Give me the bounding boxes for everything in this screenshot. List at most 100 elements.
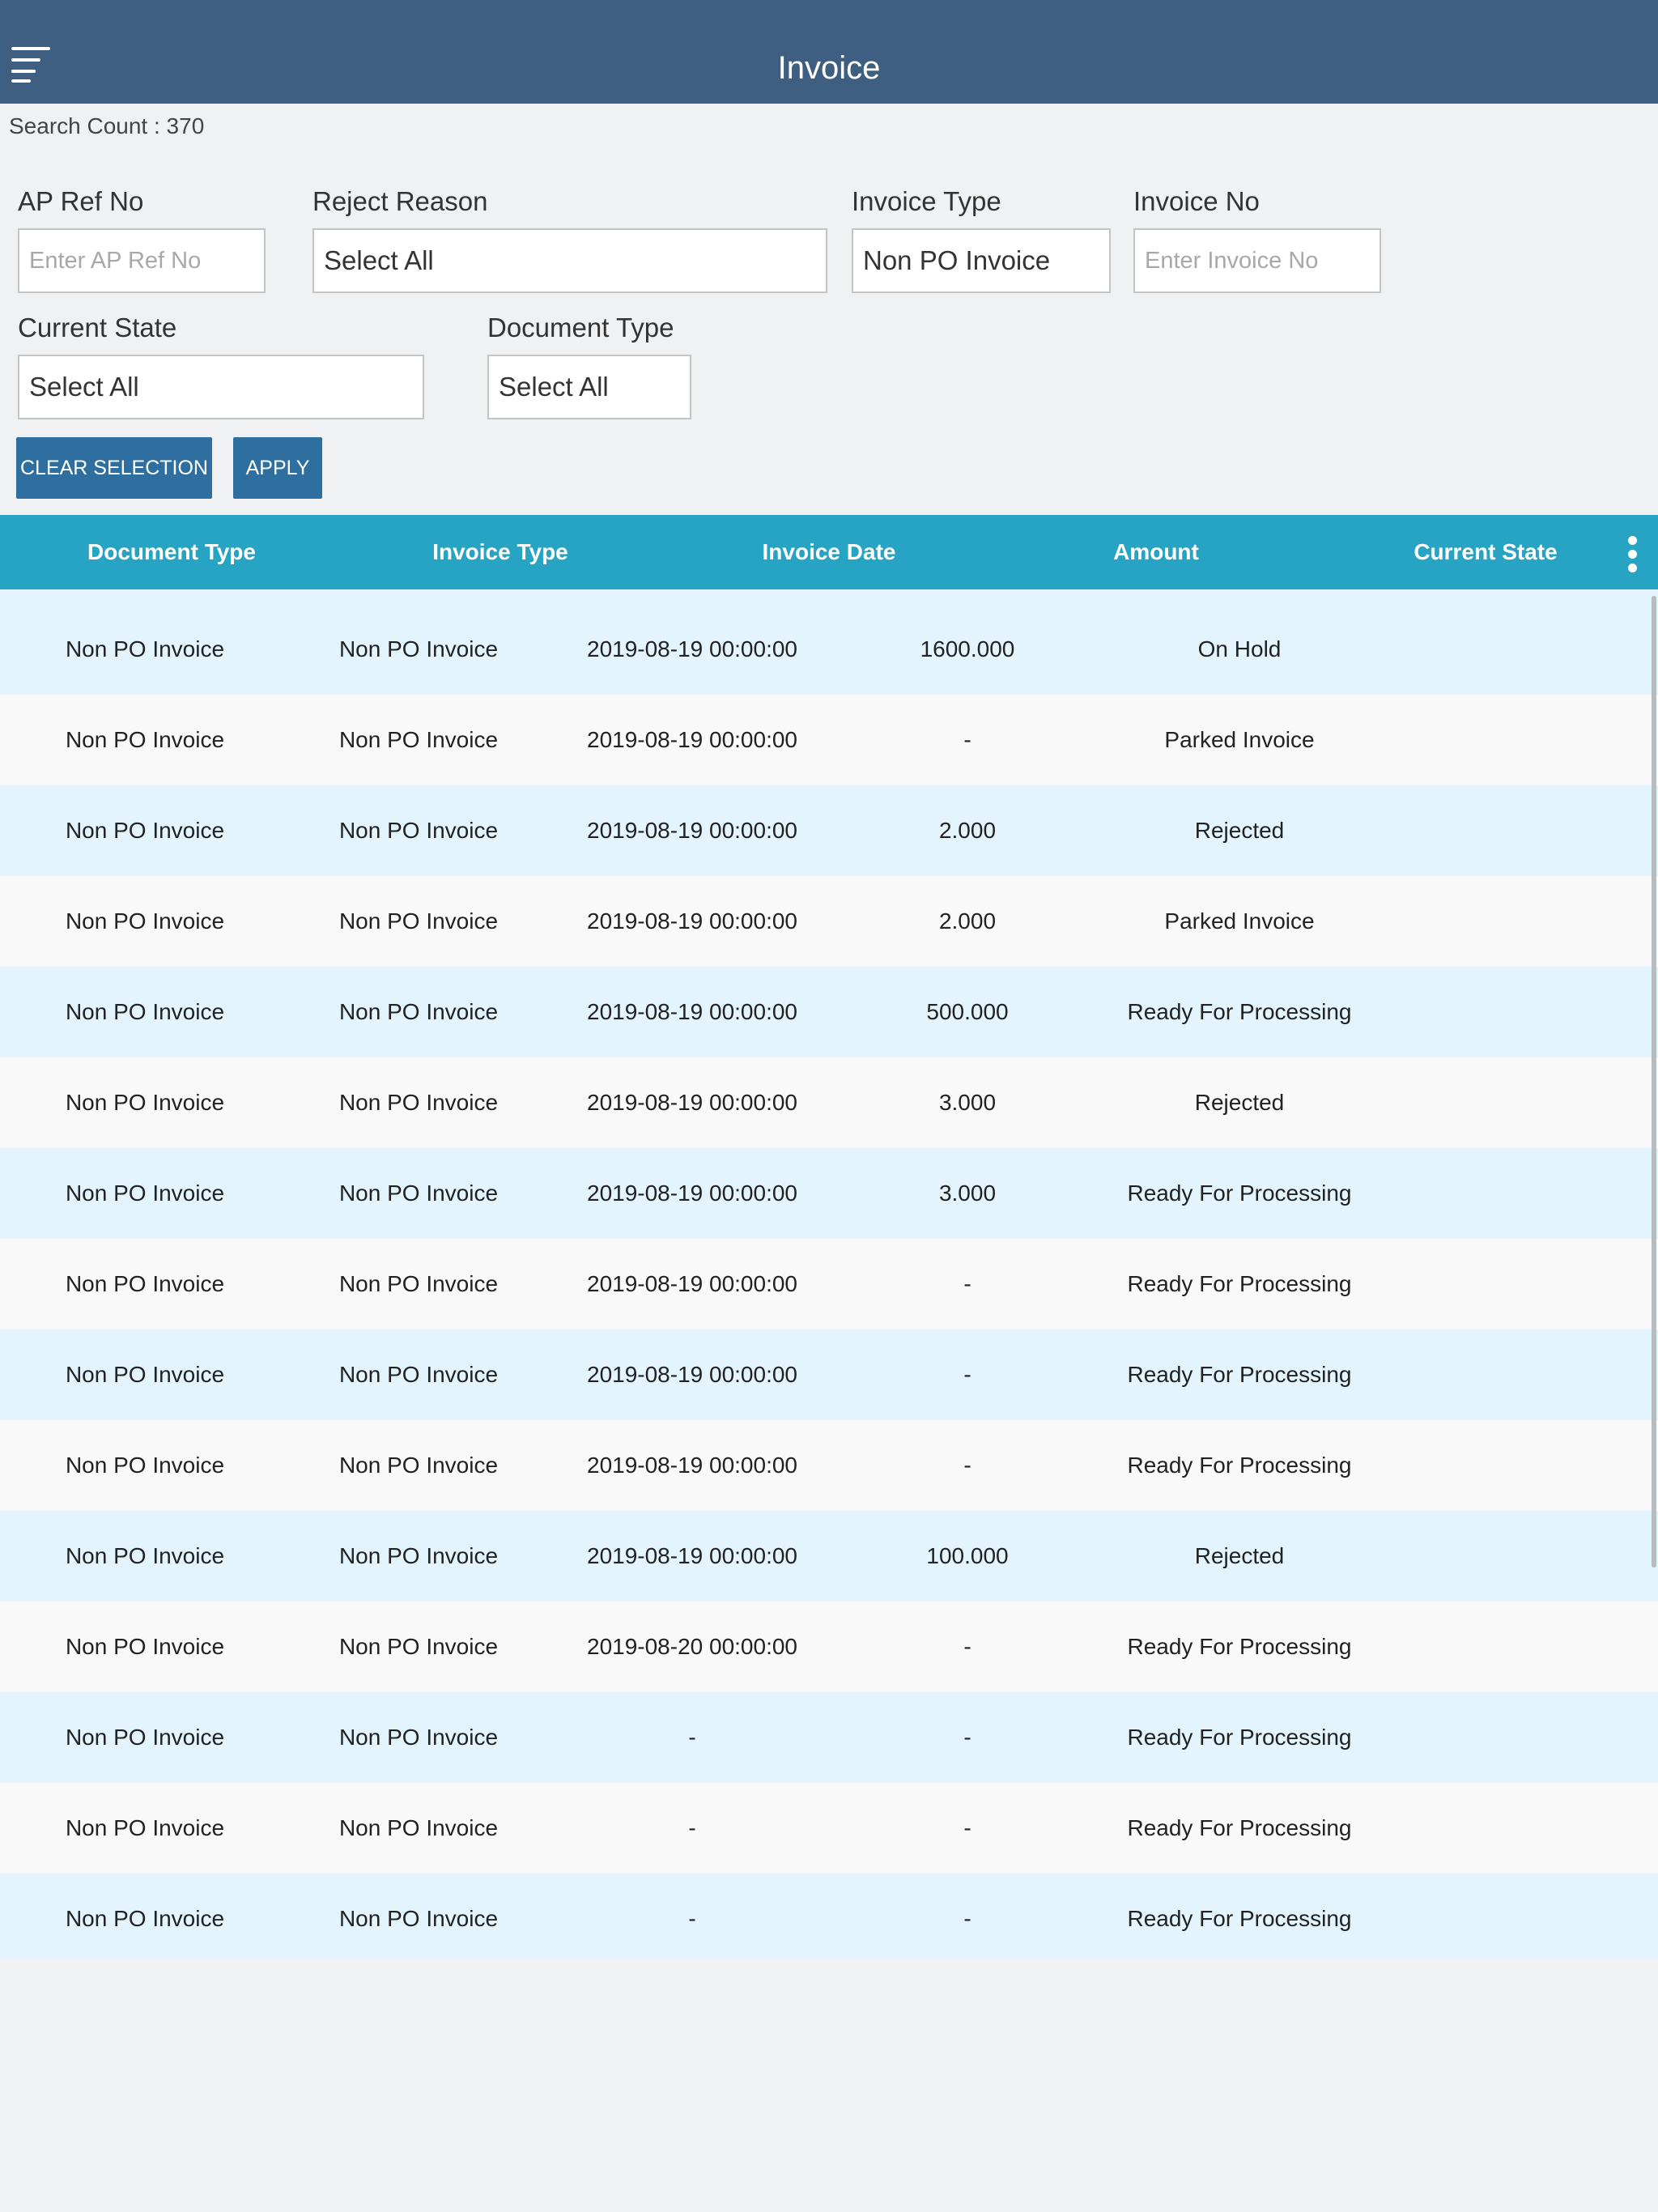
invoice-no-label: Invoice No <box>1133 186 1260 216</box>
cell-document-type: Non PO Invoice <box>65 1090 225 1115</box>
table-row[interactable]: Non PO Invoice Non PO Invoice 2019-08-19 0… <box>0 1511 1658 1602</box>
cell-amount: 100.000 <box>926 1543 1009 1568</box>
cell-document-type: Non PO Invoice <box>65 1180 225 1206</box>
cell-current-state: Parked Invoice <box>1164 908 1315 934</box>
cell-document-type: Non PO Invoice <box>65 1906 225 1931</box>
cell-current-state: Ready For Processing <box>1127 1180 1352 1206</box>
cell-document-type: Non PO Invoice <box>65 999 225 1024</box>
cell-current-state: Ready For Processing <box>1127 1453 1352 1478</box>
scrollbar-thumb[interactable] <box>1652 596 1656 1568</box>
cell-amount: - <box>963 1362 971 1387</box>
table-row[interactable]: Non PO Invoice Non PO Invoice 2019-08-19 0… <box>0 967 1658 1057</box>
cell-invoice-date: - <box>688 1815 696 1840</box>
cell-document-type: Non PO Invoice <box>65 1725 225 1750</box>
table-row[interactable]: Non PO Invoice Non PO Invoice 2019-08-19 0… <box>0 1057 1658 1148</box>
apply-button[interactable]: APPLY <box>233 437 322 499</box>
cell-current-state: Rejected <box>1194 818 1285 843</box>
cell-document-type: Non PO Invoice <box>65 1815 225 1840</box>
cell-amount: 500.000 <box>926 999 1009 1024</box>
cell-current-state: Ready For Processing <box>1127 1815 1352 1840</box>
cell-current-state: Ready For Processing <box>1127 1362 1352 1387</box>
cell-invoice-type: Non PO Invoice <box>338 636 499 661</box>
cell-invoice-type: Non PO Invoice <box>338 999 499 1024</box>
table-row[interactable]: Non PO Invoice Non PO Invoice - - Ready For … <box>0 1783 1658 1874</box>
cell-invoice-date: 2019-08-19 00:00:00 <box>587 1180 797 1206</box>
hamburger-menu-icon[interactable] <box>11 42 52 83</box>
scrollbar[interactable] <box>1652 596 1656 1568</box>
table-row[interactable]: Non PO Invoice Non PO Invoice 2019-08-19 0… <box>0 1329 1658 1420</box>
cell-amount: - <box>963 1271 971 1296</box>
cell-amount: - <box>963 1725 971 1750</box>
cell-invoice-type: Non PO Invoice <box>338 1543 499 1568</box>
cell-document-type: Non PO Invoice <box>65 1271 225 1296</box>
ap-ref-no-input[interactable]: Enter AP Ref No <box>18 228 266 293</box>
table-row[interactable]: Non PO Invoice Non PO Invoice 2019-08-19 0… <box>0 1420 1658 1511</box>
cell-current-state: Rejected <box>1194 1543 1285 1568</box>
cell-document-type: Non PO Invoice <box>65 1543 225 1568</box>
cell-invoice-date: 2019-08-19 00:00:00 <box>587 1453 797 1478</box>
current-state-select[interactable]: Select All <box>18 355 424 419</box>
ap-ref-no-label: AP Ref No <box>18 186 144 216</box>
table-header: Document Type Invoice Type Invoice Date … <box>0 515 1658 589</box>
table-row[interactable]: Non PO Invoice Non PO Invoice 2019-08-19 0… <box>0 1148 1658 1239</box>
table-row[interactable]: Non PO Invoice Non PO Invoice - - Ready For … <box>0 1874 1658 1959</box>
cell-invoice-date: 2019-08-19 00:00:00 <box>587 727 797 752</box>
cell-amount: - <box>963 727 971 752</box>
more-vertical-icon[interactable] <box>1622 536 1642 572</box>
cell-invoice-type: Non PO Invoice <box>338 1725 499 1750</box>
column-header-invoice-type[interactable]: Invoice Type <box>343 515 657 589</box>
cell-document-type: Non PO Invoice <box>65 727 225 752</box>
cell-current-state: Parked Invoice <box>1164 727 1315 752</box>
cell-amount: 3.000 <box>938 1180 997 1206</box>
cell-invoice-date: 2019-08-19 00:00:00 <box>587 1543 797 1568</box>
cell-invoice-type: Non PO Invoice <box>338 908 499 934</box>
cell-invoice-type: Non PO Invoice <box>338 1815 499 1840</box>
column-header-current-state[interactable]: Current State <box>1312 515 1658 589</box>
cell-amount: 3.000 <box>938 1090 997 1115</box>
table-row[interactable]: Non PO Invoice Non PO Invoice 2019-08-19 0… <box>0 589 1658 695</box>
table-row[interactable]: Non PO Invoice Non PO Invoice 2019-08-19 0… <box>0 876 1658 967</box>
cell-invoice-date: 2019-08-20 00:00:00 <box>587 1634 797 1659</box>
cell-invoice-type: Non PO Invoice <box>338 1453 499 1478</box>
cell-invoice-type: Non PO Invoice <box>338 1634 499 1659</box>
table-row[interactable]: Non PO Invoice Non PO Invoice 2019-08-20 0… <box>0 1602 1658 1692</box>
table-row[interactable]: Non PO Invoice Non PO Invoice 2019-08-19 0… <box>0 1239 1658 1329</box>
cell-invoice-type: Non PO Invoice <box>338 818 499 843</box>
cell-invoice-date: - <box>688 1725 696 1750</box>
cell-current-state: Ready For Processing <box>1127 1906 1352 1931</box>
invoice-type-label: Invoice Type <box>852 186 1001 216</box>
invoice-type-select[interactable]: Non PO Invoice <box>852 228 1111 293</box>
table-row[interactable]: Non PO Invoice Non PO Invoice 2019-08-19 0… <box>0 695 1658 785</box>
column-header-amount[interactable]: Amount <box>1001 515 1312 589</box>
cell-amount: - <box>963 1453 971 1478</box>
cell-invoice-type: Non PO Invoice <box>338 1362 499 1387</box>
table-row[interactable]: Non PO Invoice Non PO Invoice - - Ready For … <box>0 1692 1658 1783</box>
invoice-no-input[interactable]: Enter Invoice No <box>1133 228 1381 293</box>
current-state-label: Current State <box>18 313 177 342</box>
column-header-invoice-date[interactable]: Invoice Date <box>657 515 1001 589</box>
search-count: Search Count : 370 <box>9 113 205 138</box>
cell-invoice-type: Non PO Invoice <box>338 1180 499 1206</box>
cell-current-state: Ready For Processing <box>1127 1634 1352 1659</box>
cell-invoice-date: 2019-08-19 00:00:00 <box>587 1271 797 1296</box>
cell-amount: - <box>963 1906 971 1931</box>
clear-selection-button[interactable]: CLEAR SELECTION <box>16 437 212 499</box>
cell-current-state: Rejected <box>1194 1090 1285 1115</box>
cell-invoice-date: 2019-08-19 00:00:00 <box>587 999 797 1024</box>
page-title: Invoice <box>777 50 881 86</box>
table-row[interactable]: Non PO Invoice Non PO Invoice 2019-08-19 0… <box>0 785 1658 876</box>
column-header-document-type[interactable]: Document Type <box>0 515 343 589</box>
top-app-bar: Invoice <box>0 0 1658 104</box>
cell-current-state: Ready For Processing <box>1127 999 1352 1024</box>
cell-invoice-date: 2019-08-19 00:00:00 <box>587 1362 797 1387</box>
cell-invoice-type: Non PO Invoice <box>338 1906 499 1931</box>
reject-reason-select[interactable]: Select All <box>312 228 827 293</box>
document-type-select[interactable]: Select All <box>487 355 691 419</box>
cell-document-type: Non PO Invoice <box>65 1362 225 1387</box>
cell-invoice-date: - <box>688 1906 696 1931</box>
cell-amount: 2.000 <box>938 908 997 934</box>
cell-amount: 1600.000 <box>920 636 1015 661</box>
cell-invoice-date: 2019-08-19 00:00:00 <box>587 818 797 843</box>
cell-invoice-type: Non PO Invoice <box>338 1090 499 1115</box>
table-body: Non PO Invoice Non PO Invoice 2019-08-19 0… <box>0 589 1658 1959</box>
